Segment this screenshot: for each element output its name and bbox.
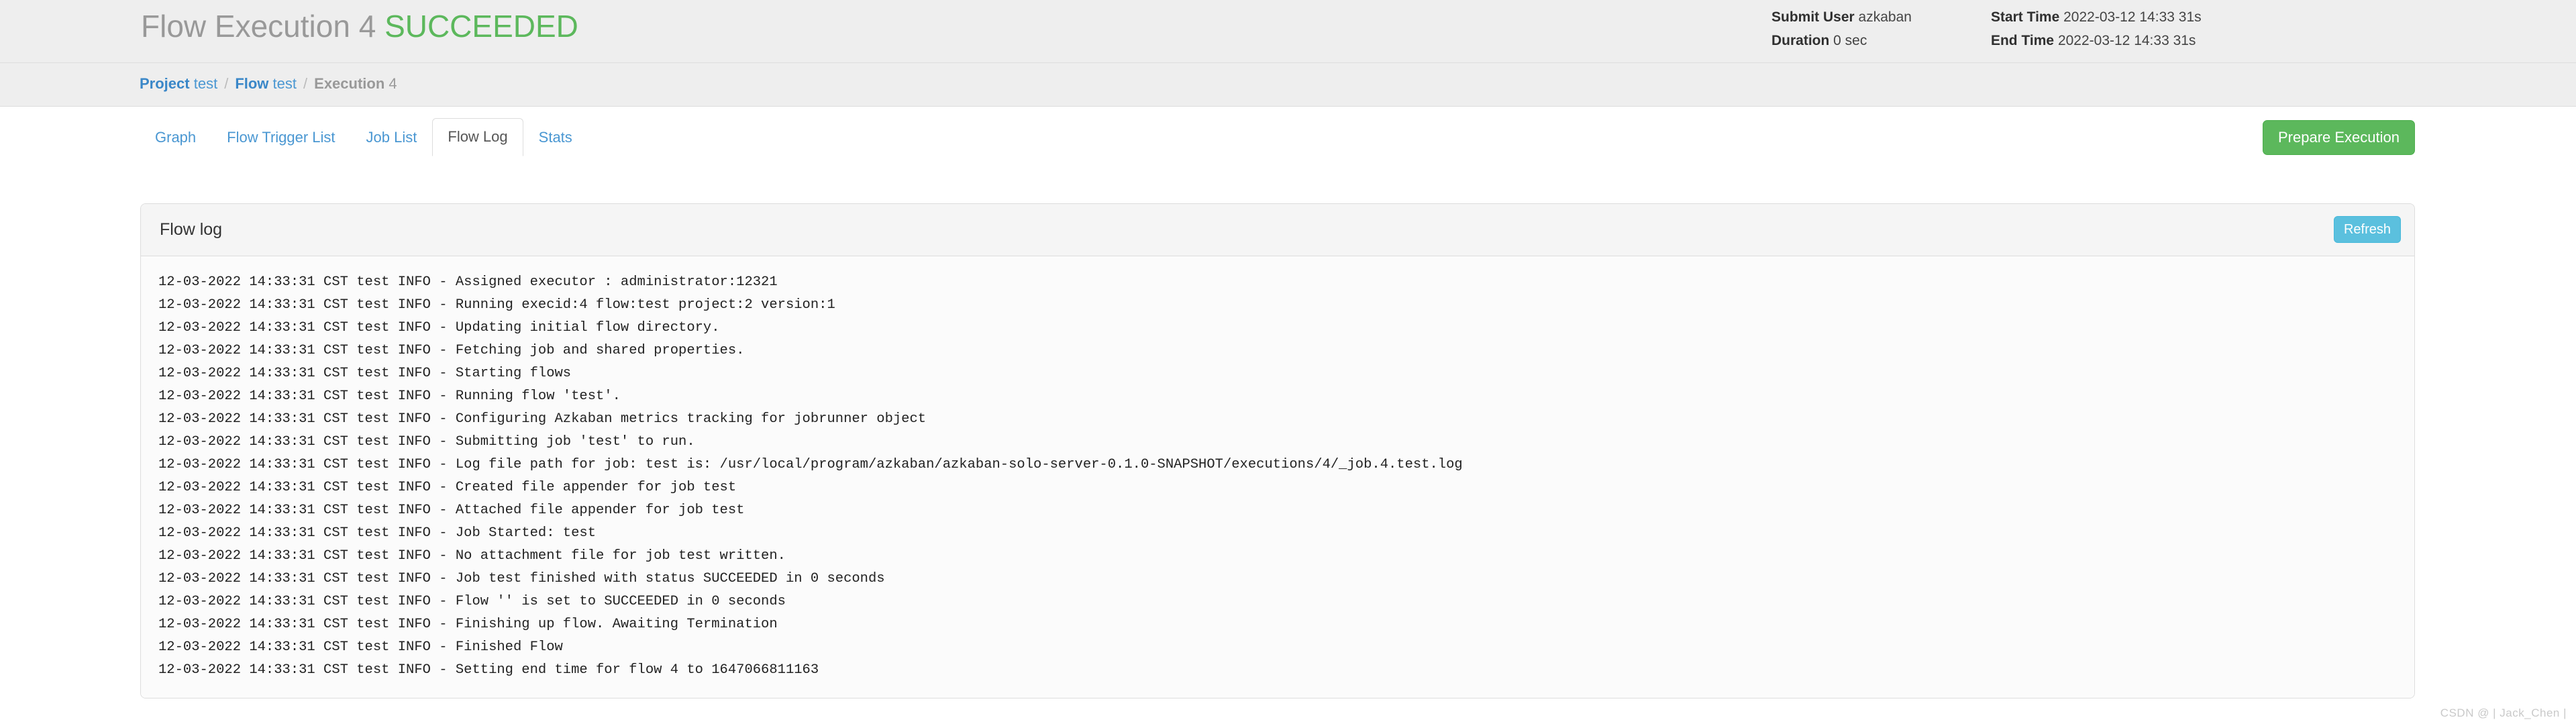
log-line: 12-03-2022 14:33:31 CST test INFO - Sett… — [158, 662, 819, 678]
end-time-label: End Time — [1990, 33, 2055, 48]
execution-meta-col-right: Start Time 2022-03-12 14:33 31s End Time… — [1991, 5, 2202, 52]
end-time-row: End Time 2022-03-12 14:33 31s — [1991, 29, 2202, 52]
breadcrumb-flow-value: test — [272, 75, 297, 92]
flow-log-panel: Flow log Refresh 12-03-2022 14:33:31 CST… — [140, 203, 2415, 699]
start-time-label: Start Time — [1990, 9, 2060, 25]
log-line: 12-03-2022 14:33:31 CST test INFO - Job … — [158, 571, 885, 586]
log-line: 12-03-2022 14:33:31 CST test INFO - Assi… — [158, 274, 778, 290]
breadcrumb-execution-value: 4 — [389, 75, 397, 92]
breadcrumb-separator-2: / — [303, 75, 308, 92]
refresh-button[interactable]: Refresh — [2333, 216, 2401, 243]
tab-area: Graph Flow Trigger List Job List Flow Lo… — [0, 107, 2576, 157]
tab-stats[interactable]: Stats — [523, 119, 588, 156]
page-header: Flow Execution 4 SUCCEEDED Submit User a… — [0, 0, 2576, 63]
log-line: 12-03-2022 14:33:31 CST test INFO - Fini… — [158, 639, 563, 655]
flow-log-panel-heading: Flow log Refresh — [141, 204, 2414, 256]
log-line: 12-03-2022 14:33:31 CST test INFO - Fini… — [158, 617, 778, 632]
tab-flow-log[interactable]: Flow Log — [432, 118, 523, 156]
log-line: 12-03-2022 14:33:31 CST test INFO - Runn… — [158, 297, 835, 313]
start-time-value: 2022-03-12 14:33 31s — [2063, 9, 2202, 25]
tab-flow-trigger-list[interactable]: Flow Trigger List — [211, 119, 350, 156]
duration-label: Duration — [1771, 33, 1830, 48]
breadcrumb-item-execution: Execution 4 — [314, 75, 397, 92]
submit-user-label: Submit User — [1771, 9, 1855, 25]
log-line: 12-03-2022 14:33:31 CST test INFO - Runn… — [158, 389, 621, 404]
log-line: 12-03-2022 14:33:31 CST test INFO - Subm… — [158, 434, 695, 450]
log-line: 12-03-2022 14:33:31 CST test INFO - Log … — [158, 457, 1463, 472]
flow-log-panel-title: Flow log — [160, 220, 223, 239]
breadcrumb-project-label: Project — [140, 75, 190, 92]
page-title-main: Flow Execution 4 — [141, 9, 376, 44]
log-line: 12-03-2022 14:33:31 CST test INFO - Crea… — [158, 480, 737, 495]
page-title: Flow Execution 4 SUCCEEDED — [141, 5, 578, 47]
log-line: 12-03-2022 14:33:31 CST test INFO - Upda… — [158, 320, 720, 335]
watermark: CSDN @ | Jack_Chen | — [2440, 707, 2567, 719]
log-line: 12-03-2022 14:33:31 CST test INFO - Atta… — [158, 503, 745, 518]
duration-value: 0 sec — [1833, 33, 1867, 48]
breadcrumb-project-value: test — [193, 75, 218, 92]
flow-log-body[interactable]: 12-03-2022 14:33:31 CST test INFO - Assi… — [141, 256, 2414, 698]
execution-meta: Submit User azkaban Duration 0 sec Start… — [1771, 0, 2202, 52]
log-line: 12-03-2022 14:33:31 CST test INFO - Star… — [158, 366, 572, 381]
end-time-value: 2022-03-12 14:33 31s — [2057, 33, 2196, 48]
log-line: 12-03-2022 14:33:31 CST test INFO - Conf… — [158, 411, 927, 427]
breadcrumb-execution-label: Execution — [314, 75, 385, 92]
log-line: 12-03-2022 14:33:31 CST test INFO - No a… — [158, 548, 786, 564]
breadcrumb-item-flow[interactable]: Flow test — [235, 75, 297, 92]
breadcrumb-flow-label: Flow — [235, 75, 269, 92]
start-time-row: Start Time 2022-03-12 14:33 31s — [1991, 5, 2202, 29]
breadcrumb-separator-1: / — [224, 75, 229, 92]
submit-user-row: Submit User azkaban — [1771, 5, 1912, 29]
submit-user-value: azkaban — [1858, 9, 1912, 25]
breadcrumb-band: Project test / Flow test / Execution 4 — [0, 63, 2576, 107]
breadcrumb-item-project[interactable]: Project test — [140, 75, 217, 92]
execution-meta-col-left: Submit User azkaban Duration 0 sec — [1771, 5, 1912, 52]
execution-tabs: Graph Flow Trigger List Job List Flow Lo… — [140, 118, 588, 156]
prepare-execution-button[interactable]: Prepare Execution — [2263, 120, 2415, 155]
tab-job-list[interactable]: Job List — [351, 119, 433, 156]
log-line: 12-03-2022 14:33:31 CST test INFO - Fetc… — [158, 343, 745, 358]
execution-status-badge: SUCCEEDED — [384, 9, 578, 44]
log-line: 12-03-2022 14:33:31 CST test INFO - Job … — [158, 525, 597, 541]
log-line: 12-03-2022 14:33:31 CST test INFO - Flow… — [158, 594, 786, 609]
breadcrumb: Project test / Flow test / Execution 4 — [140, 74, 397, 94]
tab-graph[interactable]: Graph — [140, 119, 211, 156]
duration-row: Duration 0 sec — [1771, 29, 1912, 52]
